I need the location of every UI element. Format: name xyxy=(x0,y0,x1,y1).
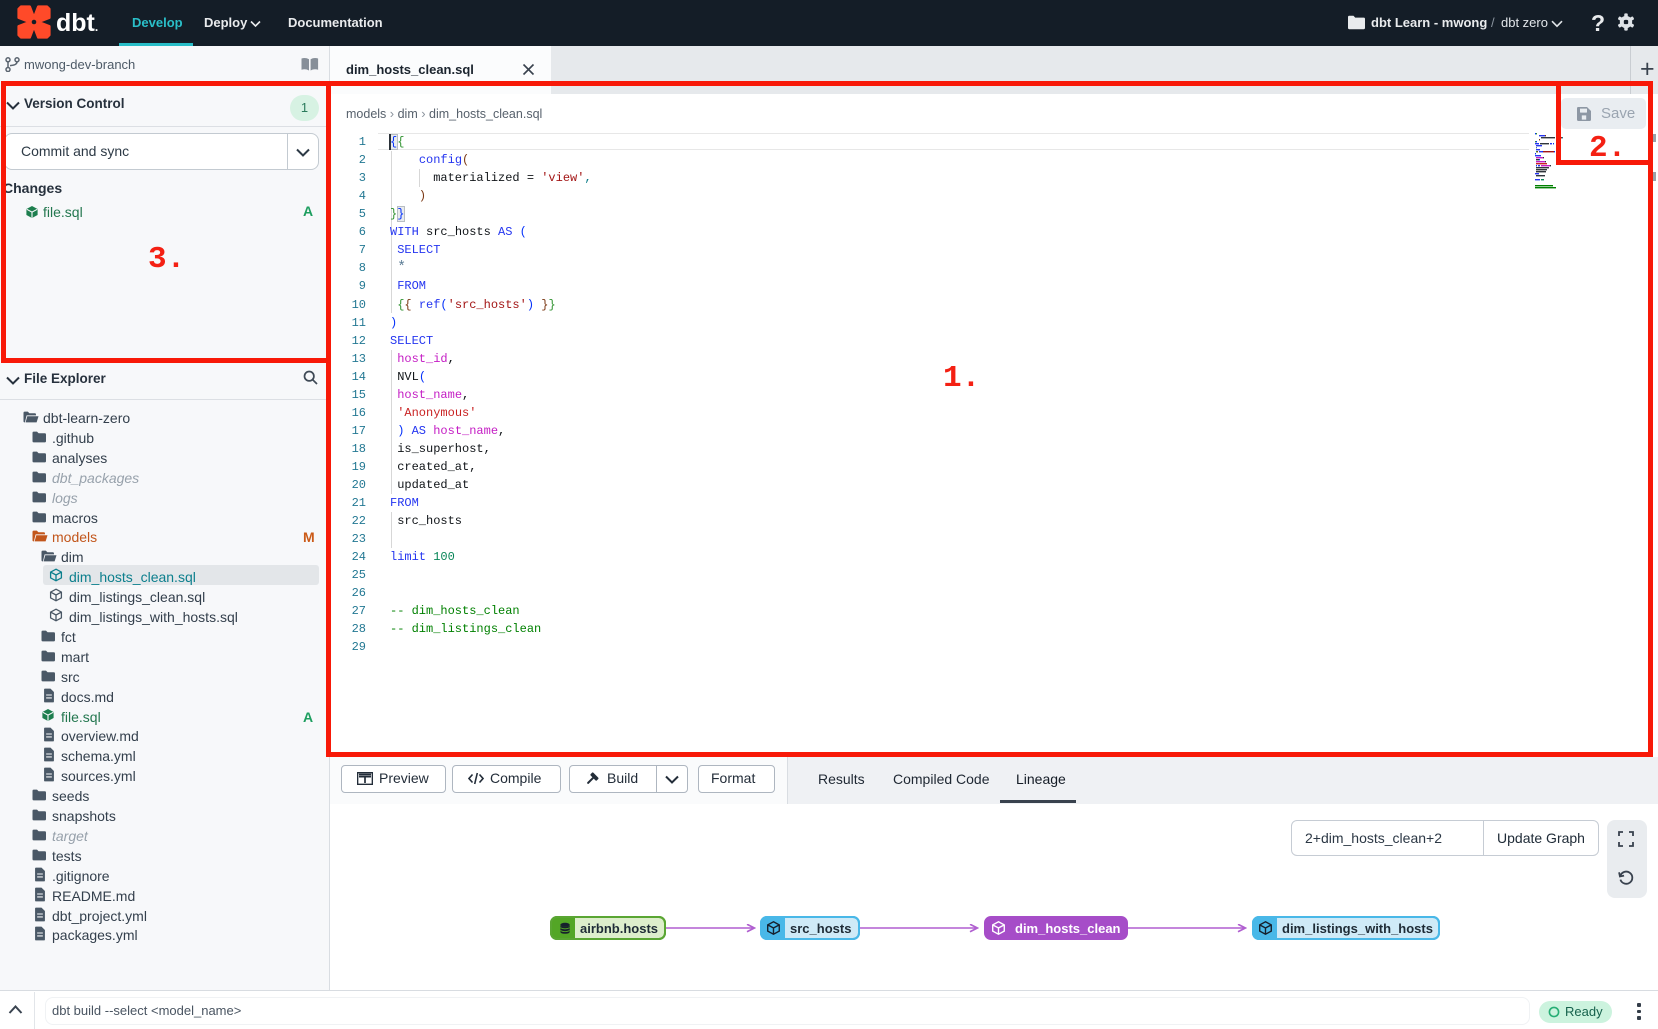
svg-text:dim_hosts_clean: dim_hosts_clean xyxy=(1015,921,1121,936)
svg-text:src_hosts: src_hosts xyxy=(790,921,851,936)
svg-text:airbnb.hosts: airbnb.hosts xyxy=(580,921,658,936)
svg-text:dim_listings_with_hosts: dim_listings_with_hosts xyxy=(1282,921,1433,936)
